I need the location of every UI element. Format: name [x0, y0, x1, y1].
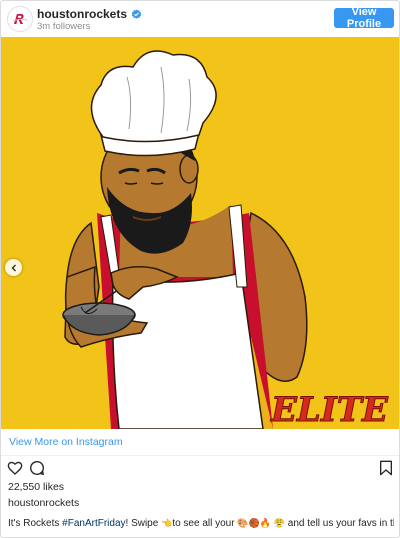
follower-count: 3m followers [37, 21, 91, 32]
art-basketball-fire-emoji: 🎨🏀🔥 [237, 518, 271, 528]
caption-text-3: to see all your [172, 518, 238, 529]
post-header: houstonrockets 3m followers View Profile [1, 1, 399, 37]
caption-text-2: ! Swipe [125, 518, 162, 529]
header-username[interactable]: houstonrockets [37, 7, 127, 21]
elite-text: ELITE [270, 390, 389, 429]
bookmark-icon[interactable] [379, 460, 393, 476]
post-image[interactable]: ELITE [1, 37, 399, 429]
instagram-embed: houstonrockets 3m followers View Profile [0, 0, 400, 538]
chef-artwork: ELITE [1, 37, 399, 429]
action-bar [1, 457, 399, 479]
caption-text-1: It's Rockets [8, 518, 63, 529]
comment-icon[interactable] [29, 460, 45, 476]
pointing-left-emoji: 👈 [161, 518, 173, 528]
view-profile-button[interactable]: View Profile [334, 6, 394, 30]
view-more-link[interactable]: View More on Instagram [9, 436, 123, 448]
hashtag-link[interactable]: #FanArtFriday [62, 518, 125, 529]
username-row: houstonrockets [37, 7, 142, 21]
steam-face-emoji: 😤 [273, 518, 285, 528]
like-count[interactable]: 22,550 likes [8, 481, 64, 493]
chevron-left-icon[interactable] [5, 259, 22, 276]
rockets-logo-icon[interactable] [7, 6, 33, 32]
post-caption: It's Rockets #FanArtFriday! Swipe 👈to se… [8, 517, 394, 530]
caption-text-4: and tell us your favs in the comments [287, 518, 394, 529]
view-more-row: View More on Instagram [1, 429, 399, 456]
post-username[interactable]: houstonrockets [8, 497, 79, 509]
heart-icon[interactable] [7, 460, 23, 476]
verified-badge-icon [131, 8, 142, 19]
